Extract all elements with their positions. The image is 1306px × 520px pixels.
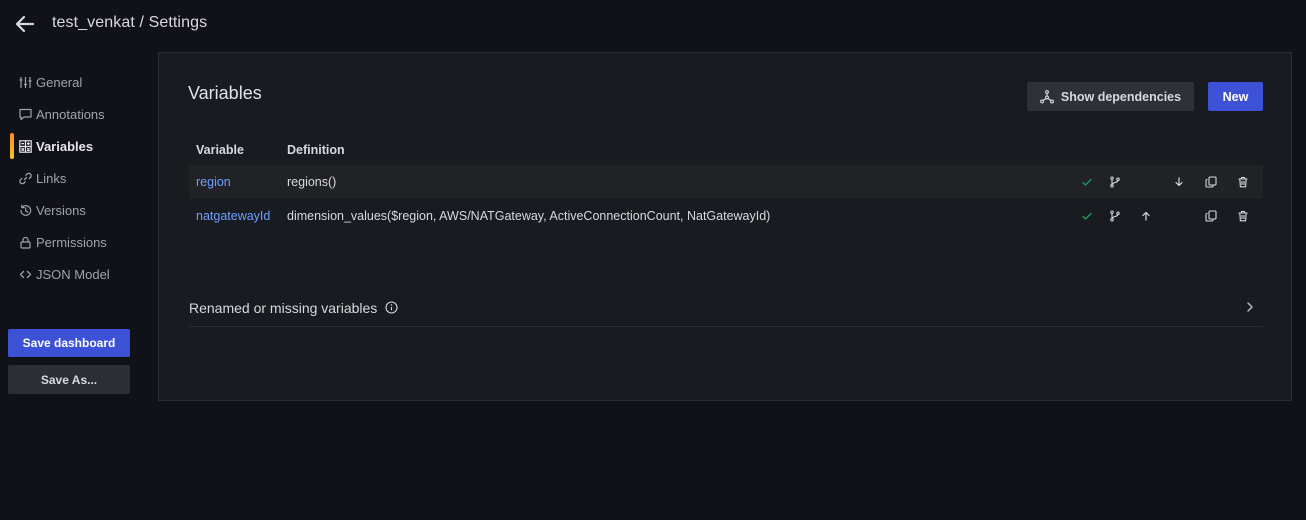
show-dependencies-label: Show dependencies [1060, 89, 1182, 104]
sidebar-item-label: Permissions [36, 234, 107, 250]
sliders-icon [18, 75, 32, 89]
table-row: natgatewayId dimension_values($region, A… [189, 199, 1263, 233]
page-title: test_venkat / Settings [52, 14, 208, 31]
section-title: Variables [188, 83, 262, 103]
sidebar-item-annotations[interactable]: Annotations [0, 98, 150, 130]
table-header: Variable Definition [189, 135, 1263, 165]
comment-icon [18, 107, 32, 121]
save-dashboard-button[interactable]: Save dashboard [8, 329, 130, 357]
table-row: region regions() [189, 165, 1263, 199]
calculator-icon [18, 139, 32, 153]
dependencies-icon [1039, 89, 1054, 104]
chevron-right-icon[interactable] [1245, 301, 1255, 313]
sidebar-item-label: Versions [36, 202, 86, 218]
sidebar-item-json-model[interactable]: JSON Model [0, 258, 150, 290]
code-icon [18, 267, 32, 281]
duplicate-icon[interactable] [1203, 208, 1219, 224]
arrow-up-icon[interactable] [1138, 208, 1154, 224]
sidebar-item-label: JSON Model [36, 266, 110, 282]
save-as-button[interactable]: Save As... [8, 365, 130, 394]
lock-icon [18, 235, 32, 249]
column-header-variable: Variable [196, 143, 244, 157]
back-arrow-icon[interactable] [14, 13, 36, 35]
duplicate-icon[interactable] [1203, 174, 1219, 190]
sidebar-item-label: Annotations [36, 106, 105, 122]
renamed-missing-label: Renamed or missing variables [189, 299, 378, 316]
sidebar-item-variables[interactable]: Variables [0, 130, 150, 162]
sidebar-item-versions[interactable]: Versions [0, 194, 150, 226]
trash-icon[interactable] [1235, 174, 1251, 190]
variable-definition: regions() [287, 175, 337, 189]
renamed-missing-variables-section[interactable]: Renamed or missing variables [189, 289, 1263, 327]
column-header-definition: Definition [287, 143, 345, 157]
sidebar-item-permissions[interactable]: Permissions [0, 226, 150, 258]
history-icon [18, 203, 32, 217]
sidebar-item-label: Variables [36, 138, 94, 154]
sidebar-item-label: General [36, 74, 83, 90]
new-variable-button[interactable]: New [1208, 82, 1263, 111]
arrow-down-icon[interactable] [1171, 174, 1187, 190]
branch-icon[interactable] [1107, 208, 1123, 224]
settings-sidebar: General Annotations Variables Links Vers… [0, 66, 150, 290]
branch-icon[interactable] [1107, 174, 1123, 190]
variables-table: Variable Definition region regions() nat… [189, 135, 1263, 233]
info-icon[interactable] [385, 301, 398, 314]
variable-definition: dimension_values($region, AWS/NATGateway… [287, 209, 771, 223]
check-icon [1079, 174, 1095, 190]
check-icon [1079, 208, 1095, 224]
show-dependencies-button[interactable]: Show dependencies [1027, 82, 1194, 111]
sidebar-item-general[interactable]: General [0, 66, 150, 98]
variables-panel: Variables Show dependencies New Variable… [158, 52, 1292, 401]
top-bar: test_venkat / Settings [0, 0, 1306, 50]
variable-name-link[interactable]: region [189, 175, 287, 189]
link-icon [18, 171, 32, 185]
variable-name-link[interactable]: natgatewayId [189, 209, 287, 223]
sidebar-item-label: Links [36, 170, 67, 186]
sidebar-item-links[interactable]: Links [0, 162, 150, 194]
trash-icon[interactable] [1235, 208, 1251, 224]
